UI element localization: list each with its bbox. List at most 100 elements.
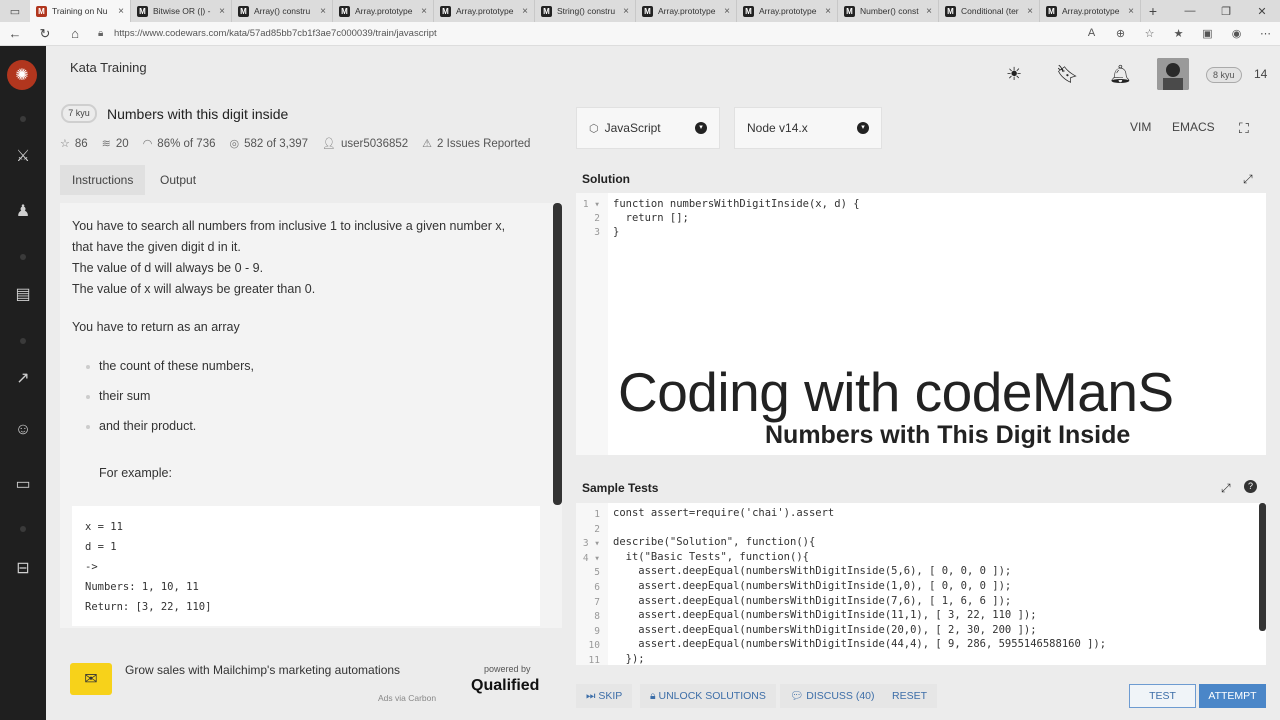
tests-scrollbar[interactable] xyxy=(1259,503,1266,631)
practice-icon[interactable]: ⚔ xyxy=(12,146,34,166)
close-tab-icon[interactable]: × xyxy=(724,6,730,17)
close-tab-icon[interactable]: × xyxy=(825,6,831,17)
qualified-logo[interactable]: Qualified xyxy=(471,677,539,695)
collections-icon[interactable]: ▣ xyxy=(1193,27,1222,40)
tab-title: Array.prototype xyxy=(355,6,413,16)
tab-title: Array.prototype xyxy=(759,6,817,16)
browser-tab[interactable]: M Array.prototype × xyxy=(737,0,838,22)
collections-count: 20 xyxy=(115,137,129,150)
runtime-select[interactable]: Node v14.x ▾ xyxy=(734,107,882,149)
minimize-icon[interactable]: — xyxy=(1172,0,1208,22)
zoom-icon[interactable]: ⊕ xyxy=(1106,27,1135,40)
close-tab-icon[interactable]: × xyxy=(320,6,326,17)
browser-tab[interactable]: M Training on Nu × xyxy=(30,0,131,22)
more-icon[interactable]: ⋯ xyxy=(1251,27,1280,40)
favorites-icon[interactable]: ★ xyxy=(1164,27,1193,40)
tab-output[interactable]: Output xyxy=(148,165,208,195)
discuss-label: DISCUSS (40) xyxy=(806,690,875,702)
bookmark-icon[interactable]: 🔖︎ xyxy=(1056,64,1079,85)
new-tab-button[interactable]: + xyxy=(1141,0,1165,22)
reset-button[interactable]: RESET xyxy=(882,684,938,708)
page-title: Kata Training xyxy=(70,60,147,75)
code-line: d = 1 xyxy=(85,541,117,553)
home-icon[interactable]: ⌂ xyxy=(60,26,90,41)
language-select[interactable]: ⬡ JavaScript ▾ xyxy=(576,107,720,149)
theme-toggle-icon[interactable]: ☀ xyxy=(1006,64,1022,85)
browser-tab[interactable]: M Array.prototype × xyxy=(636,0,737,22)
ad-via[interactable]: Ads via Carbon xyxy=(378,693,436,703)
close-tab-icon[interactable]: × xyxy=(623,6,629,17)
refresh-icon[interactable]: ↻ xyxy=(30,26,60,42)
vim-mode-button[interactable]: VIM xyxy=(1130,120,1151,134)
browser-tab[interactable]: M Bitwise OR (|) - × xyxy=(131,0,232,22)
close-tab-icon[interactable]: × xyxy=(1128,6,1134,17)
tab-title: String() constru xyxy=(557,6,616,16)
briefcase-icon[interactable]: ▤ xyxy=(12,284,34,304)
satisfaction-stat: ◠ 86% of 736 xyxy=(143,137,216,151)
browser-tab[interactable]: M Array() constru × xyxy=(232,0,333,22)
emacs-mode-button[interactable]: EMACS xyxy=(1172,120,1215,134)
code-line: return []; xyxy=(613,212,689,224)
restore-icon[interactable]: ❐ xyxy=(1208,0,1244,22)
ad-text[interactable]: Grow sales with Mailchimp's marketing au… xyxy=(125,663,400,677)
line-number: 2 xyxy=(594,523,600,535)
favorite-add-icon[interactable]: ☆ xyxy=(1135,27,1164,40)
browser-tab[interactable]: M Array.prototype × xyxy=(1040,0,1141,22)
browser-tab[interactable]: M String() constru × xyxy=(535,0,636,22)
browser-tab[interactable]: M Number() const × xyxy=(838,0,939,22)
solution-header: Solution xyxy=(576,165,1266,193)
code-line: assert.deepEqual(numbersWithDigitInside(… xyxy=(613,594,1012,607)
close-tab-icon[interactable]: × xyxy=(926,6,932,17)
tab-instructions[interactable]: Instructions xyxy=(60,165,146,195)
expand-tests-icon[interactable]: ⤢ xyxy=(1221,481,1231,496)
collections-stat[interactable]: ≋ 20 xyxy=(102,137,129,151)
tests-header: Sample Tests xyxy=(576,474,1266,502)
lock-icon[interactable]: 🔒︎ xyxy=(98,28,114,39)
issues-stat[interactable]: ⚠ 2 Issues Reported xyxy=(422,137,530,151)
browser-tab[interactable]: M Array.prototype × xyxy=(434,0,535,22)
docs-icon[interactable]: ⊟ xyxy=(12,558,34,578)
avatar-image xyxy=(1157,58,1189,90)
dojo-icon[interactable]: ♟ xyxy=(12,201,34,221)
stars-stat[interactable]: ☆ 86 xyxy=(60,137,88,151)
expand-solution-icon[interactable]: ⤢ xyxy=(1243,172,1253,187)
unlock-solutions-button[interactable]: 🔒︎ UNLOCK SOLUTIONS xyxy=(640,684,776,708)
notifications-icon[interactable]: 🔔︎ xyxy=(1109,64,1132,85)
fullscreen-icon[interactable]: ⛶ xyxy=(1239,120,1249,137)
close-window-icon[interactable]: ✕ xyxy=(1244,0,1280,22)
solution-editor[interactable]: 1 ▾ 2 3 function numbersWithDigitInside(… xyxy=(576,193,1266,455)
help-icon[interactable]: ? xyxy=(1244,480,1257,493)
codewars-logo[interactable]: ✺ xyxy=(7,60,37,90)
back-icon[interactable]: ← xyxy=(0,26,30,41)
leaderboard-icon[interactable]: ↗ xyxy=(12,368,34,388)
attempt-button[interactable]: ATTEMPT xyxy=(1199,684,1266,708)
line-number: 7 xyxy=(594,596,600,608)
close-tab-icon[interactable]: × xyxy=(421,6,427,17)
close-tab-icon[interactable]: × xyxy=(522,6,528,17)
close-tab-icon[interactable]: × xyxy=(1027,6,1033,17)
test-button[interactable]: TEST xyxy=(1129,684,1196,708)
instructions-scrollbar[interactable] xyxy=(553,203,562,505)
extension-icon[interactable]: ◉ xyxy=(1222,27,1251,40)
discuss-button[interactable]: 💬︎ DISCUSS (40) xyxy=(780,684,885,708)
tab-favicon-icon: M xyxy=(642,5,653,17)
avatar[interactable] xyxy=(1157,58,1189,90)
carbon-ad[interactable]: ✉ Grow sales with Mailchimp's marketing … xyxy=(60,650,562,710)
read-aloud-icon[interactable]: A xyxy=(1077,27,1106,40)
url-field[interactable]: https://www.codewars.com/kata/57ad85bb7c… xyxy=(114,28,1077,39)
line-number: 4 ▾ xyxy=(582,552,600,564)
tests-editor[interactable]: 1 const assert=require('chai').assert 2 3 ▾… xyxy=(576,503,1266,665)
close-tab-icon[interactable]: × xyxy=(118,6,124,17)
tab-actions-icon[interactable]: ▭ xyxy=(0,0,30,22)
code-line: -> xyxy=(85,561,98,573)
chevron-down-icon: ▾ xyxy=(695,122,707,134)
chat-icon[interactable]: ▭ xyxy=(12,474,34,494)
browser-tab[interactable]: M Conditional (ter × xyxy=(939,0,1040,22)
discord-icon[interactable]: ☺ xyxy=(12,421,34,439)
close-tab-icon[interactable]: × xyxy=(219,6,225,17)
skip-button[interactable]: ⏭ SKIP xyxy=(576,684,633,708)
author-stat[interactable]: 👤︎ user5036852 xyxy=(322,137,408,151)
browser-tab[interactable]: M Array.prototype × xyxy=(333,0,434,22)
code-line: const assert=require('chai').assert xyxy=(613,507,835,519)
watermark-title: Coding with codeManS xyxy=(618,361,1174,423)
